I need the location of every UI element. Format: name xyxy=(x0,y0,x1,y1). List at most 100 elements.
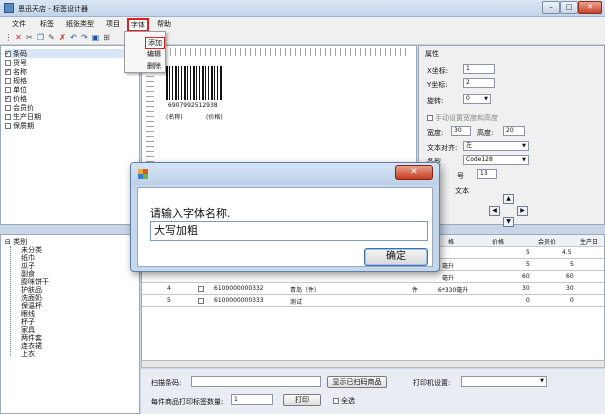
y-input[interactable]: 2 xyxy=(463,78,495,88)
price-field-text[interactable]: (价格) xyxy=(206,112,223,121)
print-button[interactable]: 打印 xyxy=(283,394,321,406)
field-item[interactable]: 货号 xyxy=(5,58,27,67)
menu-item-edit[interactable]: 编辑 xyxy=(147,49,161,59)
width-label: 宽度: xyxy=(427,129,444,137)
font-name-input[interactable]: 大写加粗 xyxy=(150,221,428,241)
row-checkbox[interactable] xyxy=(198,298,204,304)
field-item[interactable]: 名称 xyxy=(5,67,27,76)
tree-connector xyxy=(10,246,11,356)
close-window-button[interactable]: ✕ xyxy=(578,1,602,14)
dialog-close-button[interactable]: ✕ xyxy=(395,165,433,180)
column-header[interactable]: 格 xyxy=(448,237,454,246)
field-item[interactable]: 生产日期 xyxy=(5,112,41,121)
menu-file[interactable]: 文件 xyxy=(12,19,26,29)
barcode-number[interactable]: 6907992512938 xyxy=(168,102,218,109)
checkbox[interactable] xyxy=(5,123,11,129)
pointer-icon[interactable]: ⋮ xyxy=(4,33,13,42)
dialog-app-icon xyxy=(138,169,148,179)
menu-help[interactable]: 帮助 xyxy=(157,19,171,29)
rotate-select[interactable]: 0 xyxy=(463,94,491,104)
paste-icon[interactable]: ✎ xyxy=(47,33,56,42)
field-item[interactable]: 保质期 xyxy=(5,121,34,130)
table-row[interactable]: 毫升 60 60 xyxy=(142,271,604,283)
checkbox[interactable] xyxy=(5,114,11,120)
barcode-image[interactable] xyxy=(166,66,222,100)
maximize-button[interactable]: □ xyxy=(560,1,578,14)
select-all-checkbox[interactable] xyxy=(333,398,339,404)
row-checkbox[interactable] xyxy=(198,286,204,292)
bold-x-icon[interactable]: ✗ xyxy=(58,33,67,42)
checkbox[interactable] xyxy=(5,67,11,75)
menu-item-add[interactable]: 添加 xyxy=(145,37,165,49)
barcode-type-select[interactable]: Code128 xyxy=(463,155,529,165)
table-row[interactable]: 5 6100000000333 测试 0 0 xyxy=(142,295,604,307)
width-input[interactable]: 30 xyxy=(451,126,471,136)
dialog-prompt: 请输入字体名称. xyxy=(150,207,231,220)
scan-label: 扫描条码: xyxy=(151,379,182,387)
printer-select[interactable] xyxy=(461,376,547,387)
height-input[interactable]: 20 xyxy=(503,126,525,136)
manual-size-option[interactable]: 手动设置宽度和高度 xyxy=(427,113,498,123)
field-item[interactable]: 单位 xyxy=(5,85,27,94)
dialog-body: 请输入字体名称. 大写加粗 确定 xyxy=(137,187,433,267)
save-icon[interactable]: ▣ xyxy=(91,33,100,42)
menu-label[interactable]: 标签 xyxy=(40,19,54,29)
column-header[interactable]: 生产日 xyxy=(580,237,598,246)
name-field-text[interactable]: (名称) xyxy=(166,112,183,121)
x-label: X坐标: xyxy=(427,67,449,75)
menu-item-delete[interactable]: 删除 xyxy=(147,61,161,71)
scan-input[interactable] xyxy=(191,376,321,387)
move-left-button[interactable]: ◀ xyxy=(489,206,500,216)
qty-stepper[interactable]: 1 xyxy=(231,394,273,405)
title-bar: 恩迅天店 - 标签设计器 – □ ✕ xyxy=(0,0,605,17)
horizontal-ruler xyxy=(160,48,410,56)
select-all-option[interactable]: 全选 xyxy=(333,396,355,406)
column-header[interactable]: 价格 xyxy=(492,237,504,246)
table-row[interactable]: 4 6100000000332 青岛（件） 件 6*330毫升 30 30 xyxy=(142,283,604,295)
field-item[interactable]: 会员价 xyxy=(5,103,34,112)
copy-icon[interactable]: ❐ xyxy=(36,33,45,42)
menu-font[interactable]: 字体 xyxy=(127,18,149,32)
scissors-icon[interactable]: ✂ xyxy=(25,33,34,42)
field-list: 条码 货号 名称 规格 单位 价格 会员价 生产日期 保质期 xyxy=(0,45,140,225)
manual-size-checkbox[interactable] xyxy=(427,115,433,121)
ok-button[interactable]: 确定 xyxy=(364,248,428,266)
print-icon[interactable]: ⊞ xyxy=(102,33,111,42)
menu-paper-type[interactable]: 纸张类型 xyxy=(66,19,94,29)
column-header[interactable]: 会员价 xyxy=(538,237,556,246)
show-scanned-button[interactable]: 显示已扫码商品 xyxy=(327,376,387,388)
tree-item[interactable]: 上衣 xyxy=(21,349,35,359)
menu-project[interactable]: 项目 xyxy=(106,19,120,29)
table-horizontal-scrollbar[interactable] xyxy=(141,360,605,368)
rotate-label: 旋转: xyxy=(427,97,444,105)
move-down-button[interactable]: ▼ xyxy=(503,217,514,227)
qty-label: 每件商品打印标签数量: xyxy=(151,398,224,406)
size-label: 号 xyxy=(457,172,464,180)
move-right-button[interactable]: ▶ xyxy=(517,206,528,216)
checkbox[interactable] xyxy=(5,60,11,66)
checkbox[interactable] xyxy=(5,78,11,84)
field-item[interactable]: 价格 xyxy=(5,94,27,103)
checkbox[interactable] xyxy=(5,49,11,57)
toolbar: ⋮ ✕ ✂ ❐ ✎ ✗ ↶ ↷ ▣ ⊞ xyxy=(0,31,605,45)
minimize-button[interactable]: – xyxy=(542,1,560,14)
x-input[interactable]: 1 xyxy=(463,64,495,74)
field-item[interactable]: 条码 xyxy=(5,49,135,58)
bottom-controls: 扫描条码: 显示已扫码商品 打印机设置: 每件商品打印标签数量: 1 打印 全选 xyxy=(141,369,605,414)
redo-icon[interactable]: ↷ xyxy=(80,33,89,42)
properties-panel: 属性 X坐标: 1 Y坐标: 2 旋转: 0 手动设置宽度和高度 宽度: 30 … xyxy=(418,45,605,227)
checkbox[interactable] xyxy=(5,105,11,111)
align-select[interactable]: 左 xyxy=(463,141,529,151)
font-menu-dropdown: 添加 编辑 删除 xyxy=(124,31,166,73)
move-up-button[interactable]: ▲ xyxy=(503,194,514,204)
app-icon xyxy=(4,3,14,13)
size-input[interactable]: 13 xyxy=(477,169,497,179)
delete-icon[interactable]: ✕ xyxy=(14,33,23,42)
checkbox[interactable] xyxy=(5,94,11,102)
checkbox[interactable] xyxy=(5,87,11,93)
undo-icon[interactable]: ↶ xyxy=(69,33,78,42)
y-label: Y坐标: xyxy=(427,81,448,89)
properties-title: 属性 xyxy=(425,50,439,58)
menu-bar: 文件 标签 纸张类型 项目 字体 帮助 xyxy=(0,17,605,32)
field-item[interactable]: 规格 xyxy=(5,76,27,85)
